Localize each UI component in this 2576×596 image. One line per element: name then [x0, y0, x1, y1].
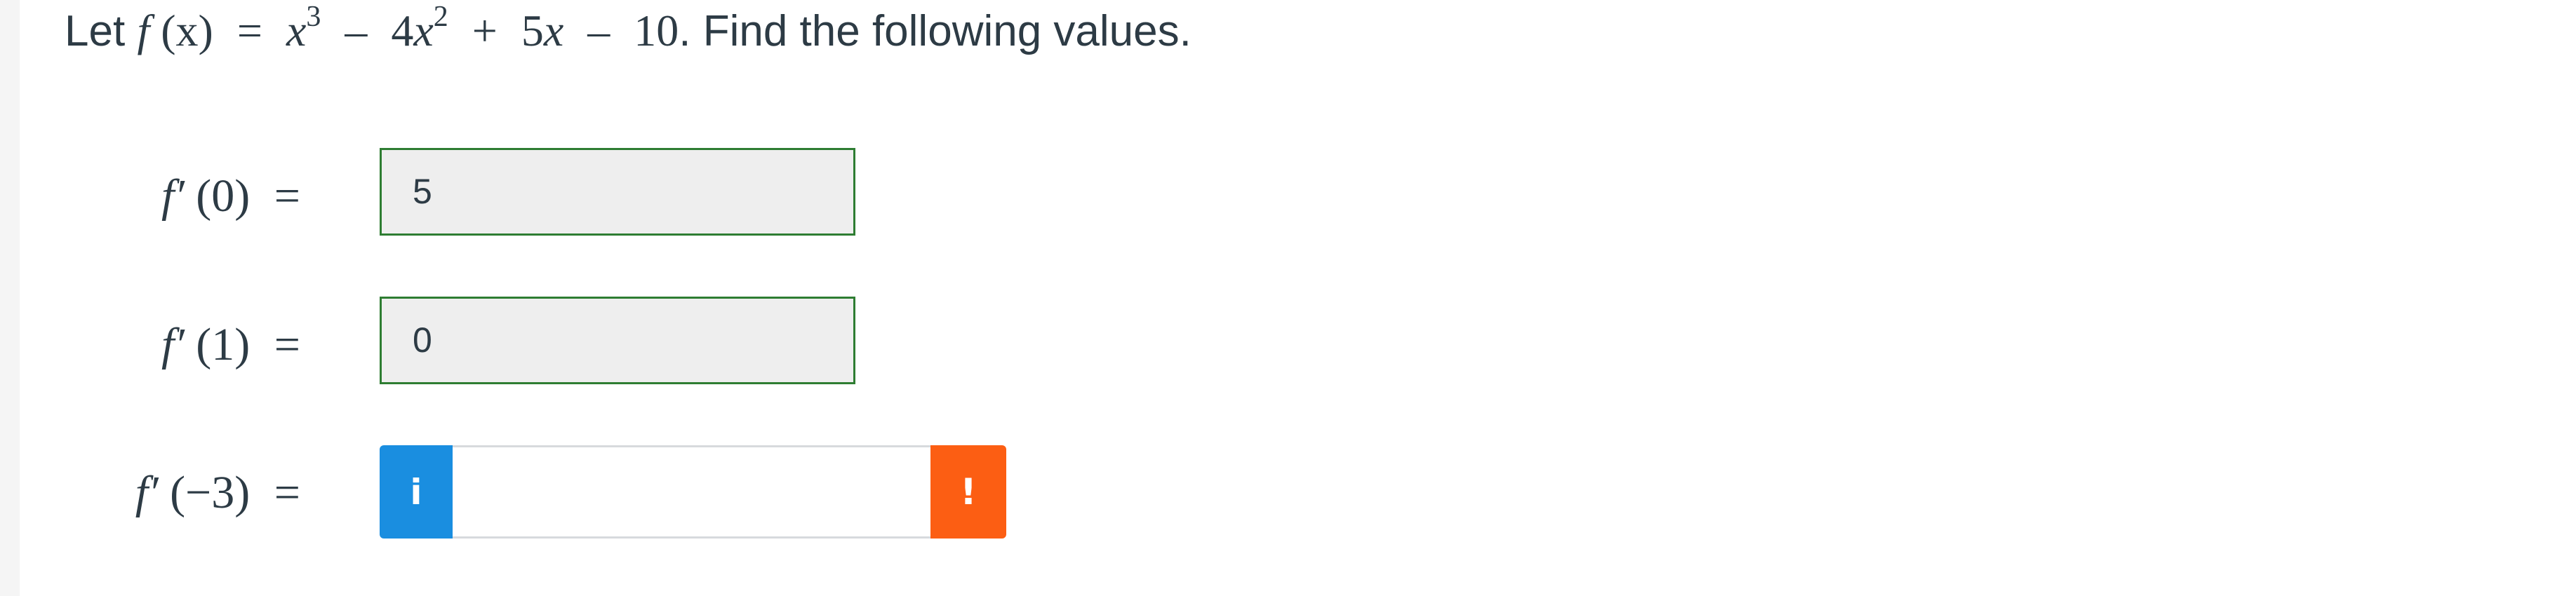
- answer-field-f-prime-0[interactable]: 5: [380, 148, 855, 236]
- answer-field-f-prime-1[interactable]: 0: [380, 297, 855, 384]
- equals-sign: =: [274, 170, 300, 222]
- plus-sign: +: [472, 6, 498, 55]
- derivative-name: f′: [161, 170, 185, 222]
- function-variable: (x): [161, 6, 213, 55]
- question-text: Let f (x) = x3 – 4x2 + 5x – 10. Find the…: [65, 1, 1192, 65]
- term1-exponent: 3: [306, 1, 321, 33]
- row-label-f-prime-0: f′ (0) =: [20, 168, 300, 224]
- derivative-name: f′: [161, 319, 185, 370]
- minus-sign: –: [345, 6, 368, 55]
- term2-coefficient: 4: [391, 6, 414, 55]
- question-tail: . Find the following values.: [679, 7, 1192, 55]
- equals-sign: =: [274, 319, 300, 370]
- equals-sign: =: [236, 6, 262, 55]
- page-edge: [0, 0, 20, 596]
- answer-value: 0: [413, 320, 432, 360]
- derivative-arg: (−3): [170, 467, 251, 518]
- warning-icon: !: [960, 470, 977, 513]
- row-label-f-prime-neg3: f′ (−3) =: [20, 465, 300, 521]
- derivative-arg: (0): [196, 170, 251, 222]
- minus-sign: –: [587, 6, 610, 55]
- constant-term: 10: [634, 6, 679, 55]
- derivative-arg: (1): [196, 319, 251, 370]
- info-icon: i: [410, 471, 422, 513]
- answer-input-f-prime-neg3[interactable]: [453, 445, 930, 539]
- answer-value: 5: [413, 172, 432, 211]
- term3-variable: x: [543, 6, 564, 55]
- info-button[interactable]: i: [380, 445, 453, 539]
- answer-input-group-f-prime-neg3: i !: [380, 445, 1006, 539]
- equals-sign: =: [274, 467, 300, 518]
- derivative-name: f′: [135, 467, 159, 518]
- term1-base: x: [286, 6, 307, 55]
- question-intro: Let: [65, 7, 126, 55]
- function-expression: f (x) = x3 – 4x2 + 5x – 10: [137, 1, 679, 55]
- term2-exponent: 2: [433, 1, 448, 33]
- function-name: f: [137, 6, 150, 55]
- row-label-f-prime-1: f′ (1) =: [20, 317, 300, 373]
- warning-button[interactable]: !: [930, 445, 1006, 539]
- term3-coefficient: 5: [521, 6, 544, 55]
- term2-base: x: [413, 6, 434, 55]
